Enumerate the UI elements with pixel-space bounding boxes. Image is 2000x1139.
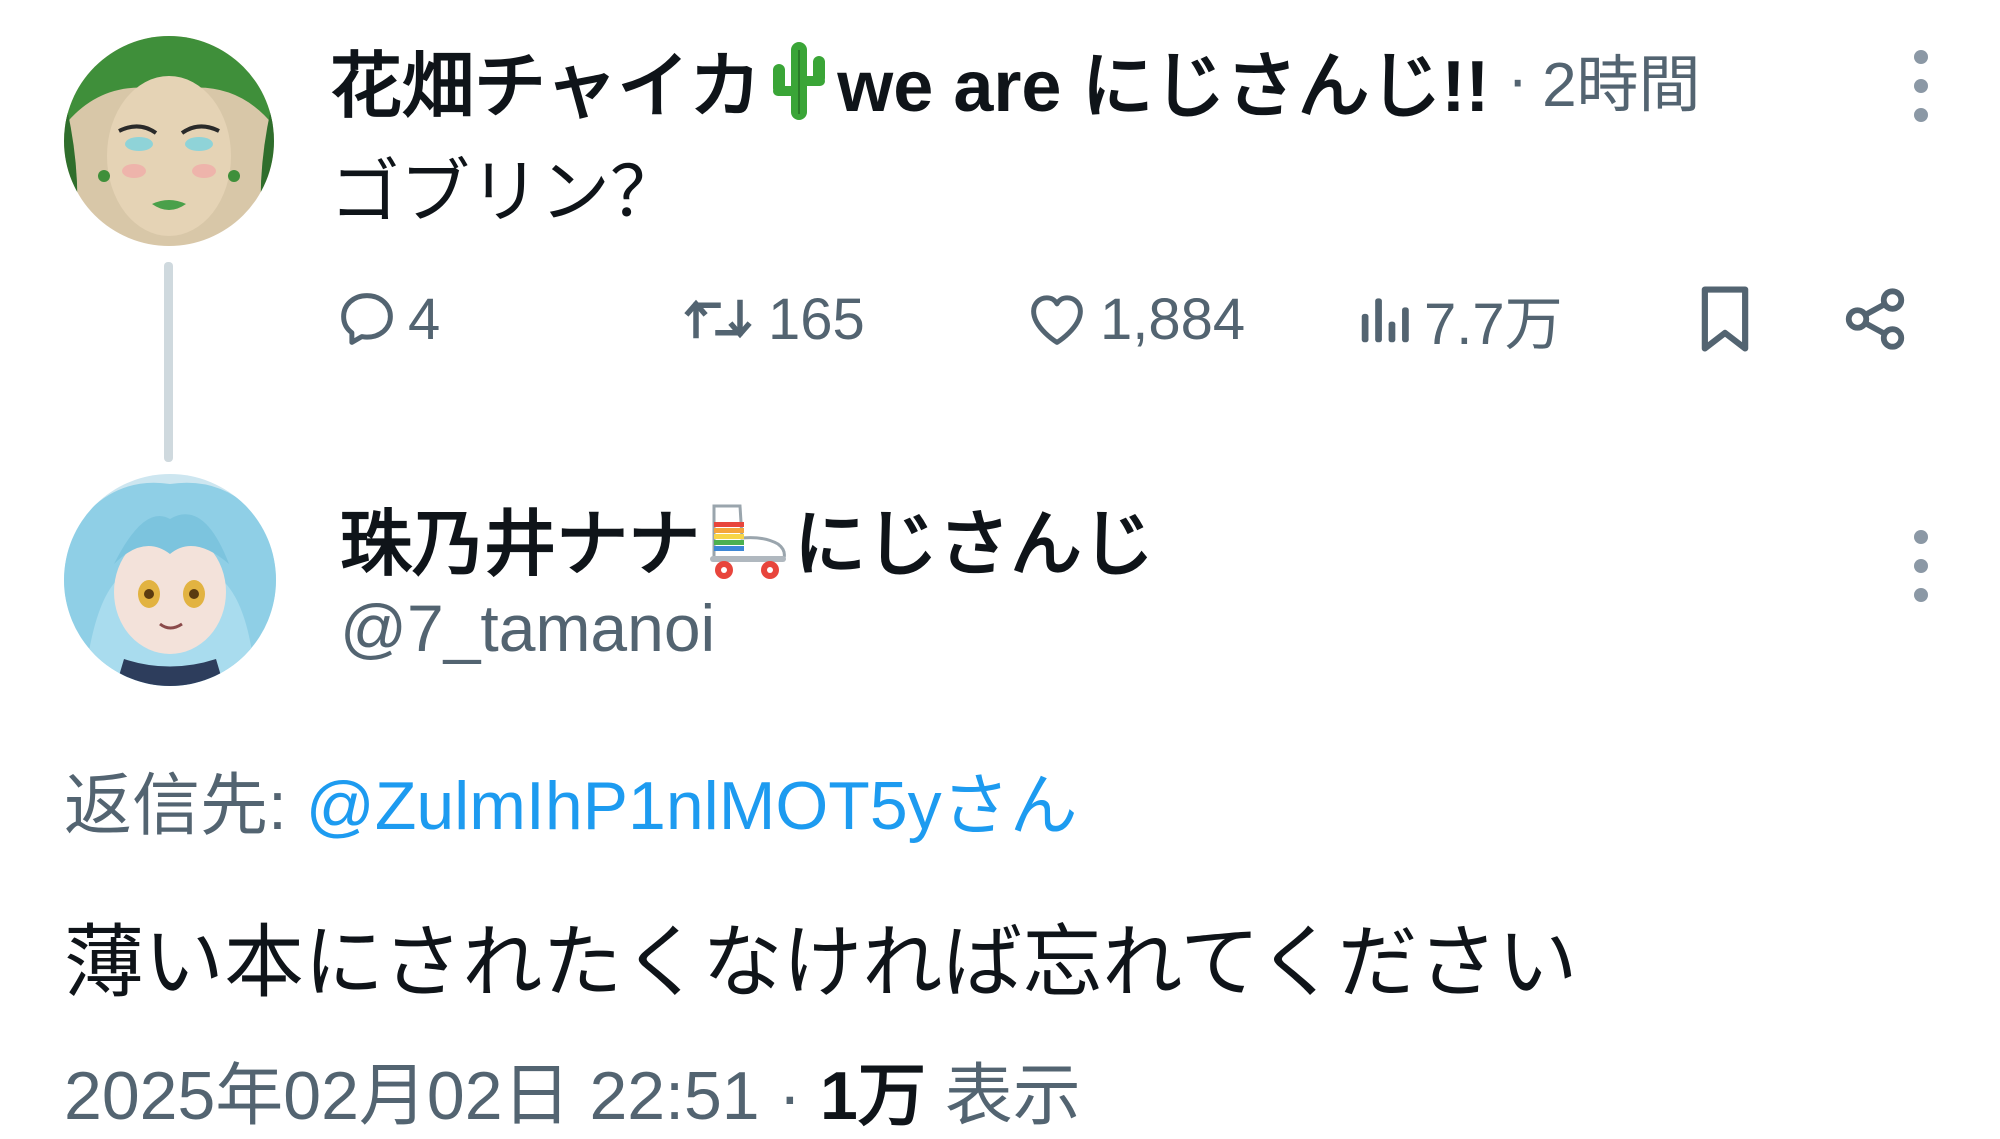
thread-connector-line — [164, 262, 173, 462]
reply-to-line: 返信先: @ZulmIhP1nlMOT5yさん — [64, 750, 1078, 849]
tweet1-author-name[interactable]: 花畑チャイカ — [330, 27, 761, 132]
tweet2-views-count: 1万 — [820, 1058, 926, 1134]
tweet2-views-label: 表示 — [925, 1058, 1081, 1134]
reply-to-label: 返信先: — [64, 768, 306, 844]
heart-icon — [1031, 295, 1083, 345]
retweet-count: 165 — [768, 286, 865, 352]
tweet1-separator: · — [1507, 44, 1529, 114]
tweet2-author-name-suffix[interactable]: にじさんじ — [794, 485, 1154, 590]
bookmark-icon — [1701, 286, 1749, 352]
tweet2-author-name[interactable]: 珠乃井ナナ — [340, 485, 700, 590]
cactus-icon — [765, 34, 833, 124]
avatar-image-2 — [64, 474, 276, 686]
tweet2-text: 薄い本にされたくなければ忘れてください — [64, 918, 1578, 1007]
views-button[interactable]: 7.7万 — [1354, 278, 1563, 360]
tweet1-time[interactable]: 2時間 — [1542, 34, 1700, 124]
tweet2-header: 珠乃井ナナ にじさんじ — [340, 492, 1154, 585]
views-chart-icon — [1361, 298, 1409, 343]
share-icon — [1845, 288, 1905, 350]
like-count: 1,884 — [1100, 286, 1246, 352]
tweet1-text: ゴブリン？ — [330, 153, 680, 231]
avatar-image-1 — [64, 36, 274, 246]
tweet2-timestamp[interactable]: 2025年02月02日 22:51 — [64, 1058, 760, 1134]
tweet2-separator: · — [759, 1058, 821, 1134]
tweet2-author-handle[interactable]: @7_tamanoi — [340, 590, 715, 666]
avatar-tamanoi-nana[interactable] — [64, 474, 276, 686]
tweet2-meta: 2025年02月02日 22:51 · 1万 表示 — [64, 1040, 1081, 1139]
retweet-button[interactable]: 165 — [676, 278, 865, 360]
tweet1-more-vertical-icon[interactable] — [1910, 46, 1932, 126]
avatar-hanabatake-chaika[interactable] — [64, 36, 274, 246]
retweet-icon — [684, 299, 752, 339]
views-count: 7.7万 — [1424, 292, 1563, 357]
reply-count: 4 — [408, 286, 441, 352]
tweet1-header: 花畑チャイカ we are にじさんじ!! · 2時間 — [330, 34, 1701, 127]
like-button[interactable]: 1,884 — [1022, 278, 1245, 360]
share-button[interactable] — [1840, 278, 1910, 360]
tweet2-more-vertical-icon[interactable] — [1910, 526, 1932, 606]
tweet1-author-name-suffix[interactable]: we are にじさんじ!! — [837, 27, 1489, 132]
bookmark-button[interactable] — [1694, 278, 1756, 360]
roller-skate-icon — [704, 492, 790, 582]
reply-button[interactable]: 4 — [334, 278, 440, 360]
reply-to-link[interactable]: @ZulmIhP1nlMOT5yさん — [306, 768, 1078, 844]
reply-icon — [341, 293, 393, 345]
